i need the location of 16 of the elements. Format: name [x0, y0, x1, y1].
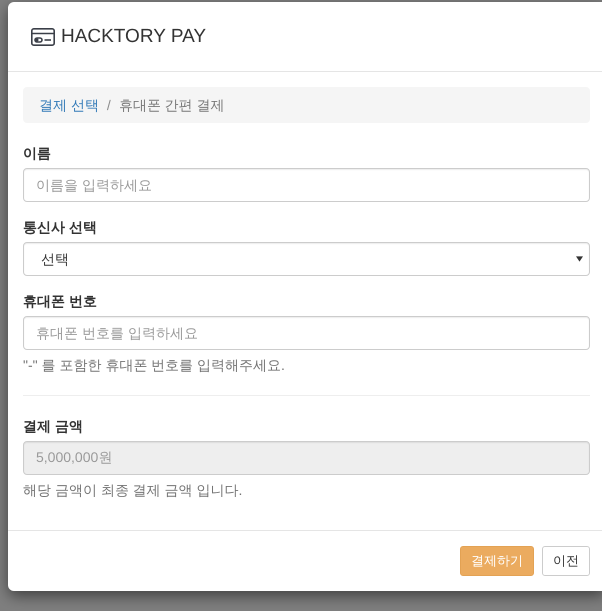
field-label: 결제 금액: [23, 417, 83, 436]
help-text: 해당 금액이 최종 결제 금액 입니다.: [23, 481, 242, 500]
breadcrumb-current: 휴대폰 간편 결제: [118, 96, 225, 115]
breadcrumb-link[interactable]: 결제 선택: [39, 95, 99, 115]
field-label: 통신사 선택: [23, 218, 97, 237]
back-button[interactable]: 이전: [542, 546, 590, 576]
help-text: "-" 를 포함한 휴대폰 번호를 입력해주세요.: [23, 356, 285, 375]
input-field[interactable]: 휴대폰 번호를 입력하세요: [23, 316, 590, 350]
card-icon: [31, 28, 55, 46]
field-label: 이름: [23, 144, 51, 163]
field-label: 휴대폰 번호: [23, 292, 97, 311]
caret-icon: [576, 256, 583, 262]
breadcrumb-separator: /: [106, 96, 111, 115]
input-field[interactable]: 이름을 입력하세요: [23, 168, 590, 202]
modal-title: HACKTORY PAY: [61, 26, 206, 48]
dropdown-field[interactable]: 선택: [23, 242, 590, 276]
